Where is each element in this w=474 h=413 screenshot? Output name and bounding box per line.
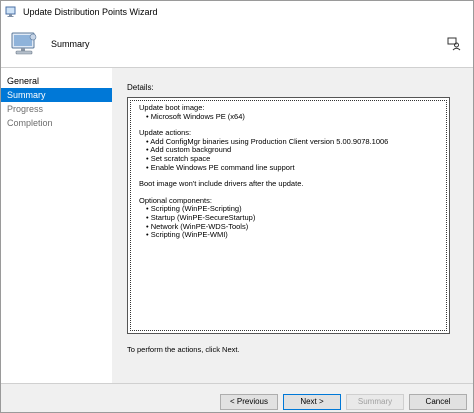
wizard-app-icon: [5, 6, 17, 18]
nav-item-progress: Progress: [7, 104, 44, 114]
nav-item-summary: Summary: [1, 88, 112, 102]
previous-button[interactable]: < Previous: [220, 394, 278, 410]
details-textbox[interactable]: Update boot image: • Microsoft Windows PE…: [127, 97, 450, 334]
details-label: Details:: [127, 83, 154, 92]
computer-wizard-icon: [9, 29, 39, 59]
summary-content-pane: Details: Update boot image: • Microsoft W…: [112, 68, 473, 383]
cancel-button[interactable]: Cancel: [409, 394, 467, 410]
details-bullet-line: • Microsoft Windows PE (x64): [146, 111, 245, 121]
wizard-steps-nav: General Summary Progress Completion: [1, 68, 112, 383]
details-text-area: Update boot image: • Microsoft Windows PE…: [130, 100, 447, 331]
title-bar: Update Distribution Points Wizard: [1, 1, 473, 23]
nav-item-completion: Completion: [7, 118, 53, 128]
window-title: Update Distribution Points Wizard: [23, 7, 158, 17]
details-bullet-line: • Enable Windows PE command line support: [146, 162, 295, 172]
wizard-window: Update Distribution Points Wizard Summar…: [0, 0, 474, 413]
details-bullet-line: • Scripting (WinPE-WMI): [146, 230, 228, 240]
button-bar: < Previous Next > Summary Cancel: [1, 384, 473, 412]
summary-button[interactable]: Summary: [346, 394, 404, 410]
page-title: Summary: [51, 39, 90, 49]
instruction-text: To perform the actions, click Next.: [127, 345, 240, 354]
wizard-header: Summary: [1, 23, 473, 67]
next-button[interactable]: Next >: [283, 394, 341, 410]
nav-item-general: General: [7, 76, 40, 86]
details-heading-line: Boot image won't include drivers after t…: [139, 179, 304, 189]
help-person-icon[interactable]: [447, 37, 461, 51]
